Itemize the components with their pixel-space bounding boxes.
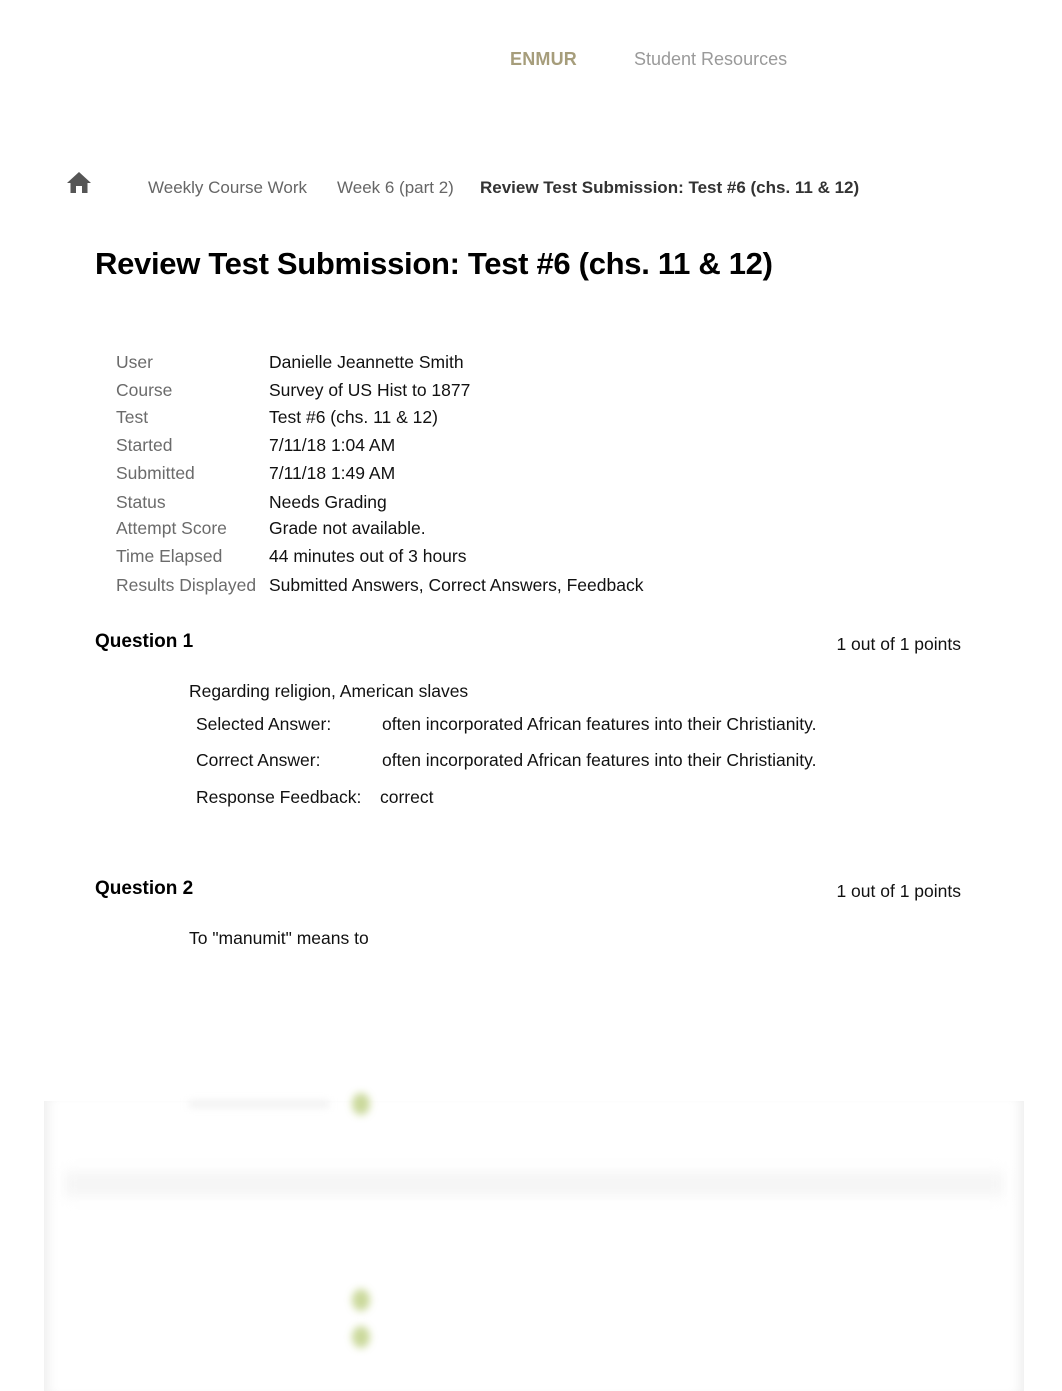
detail-label: Started bbox=[116, 435, 173, 455]
detail-value: Grade not available. bbox=[269, 518, 426, 538]
status-value: Needs Grading bbox=[269, 492, 387, 512]
detail-value: 44 minutes out of 3 hours bbox=[269, 546, 467, 566]
detail-value: 7/11/18 1:49 AM bbox=[269, 463, 396, 483]
blurred-content-preview bbox=[44, 1093, 1024, 1391]
detail-label: Status bbox=[116, 492, 166, 512]
response-feedback-label: Response Feedback: bbox=[196, 787, 362, 807]
blurred-correct-marker-icon bbox=[352, 1093, 370, 1115]
breadcrumb: Weekly Course Work Week 6 (part 2) Revie… bbox=[0, 172, 1062, 200]
blurred-text-line bbox=[189, 1101, 329, 1107]
detail-value: 7/11/18 1:04 AM bbox=[269, 435, 396, 455]
blurred-correct-marker-icon bbox=[352, 1289, 370, 1311]
detail-label: Results Displayed bbox=[116, 575, 257, 595]
breadcrumb-current-page: Review Test Submission: Test #6 (chs. 11… bbox=[480, 178, 860, 197]
detail-value: Test #6 (chs. 11 & 12) bbox=[269, 407, 438, 427]
correct-answer-value: often incorporated African features into… bbox=[382, 750, 817, 770]
question-text: To "manumit" means to bbox=[189, 928, 369, 948]
detail-value: Submitted Answers, Correct Answers, Feed… bbox=[269, 575, 644, 595]
brand-logo[interactable]: ENMUR bbox=[510, 49, 577, 70]
detail-label: Time Elapsed bbox=[116, 546, 223, 566]
question-text: Regarding religion, American slaves bbox=[189, 681, 469, 701]
blurred-divider bbox=[64, 1171, 1004, 1197]
blurred-correct-marker-icon bbox=[352, 1326, 370, 1348]
detail-label: Submitted bbox=[116, 463, 195, 483]
breadcrumb-weekly-course-work[interactable]: Weekly Course Work bbox=[148, 178, 307, 198]
correct-answer-label: Correct Answer: bbox=[196, 750, 321, 770]
selected-answer-label: Selected Answer: bbox=[196, 714, 332, 734]
detail-label: Course bbox=[116, 380, 173, 400]
question-points: 1 out of 1 points bbox=[836, 881, 961, 901]
detail-label: User bbox=[116, 352, 153, 372]
detail-label: Test bbox=[116, 407, 149, 427]
question-title: Question 2 bbox=[95, 878, 194, 899]
top-navigation: ENMUR Student Resources bbox=[0, 47, 1062, 73]
question-2: Question 2 1 out of 1 points To "manumit… bbox=[95, 878, 961, 958]
response-feedback-value: correct bbox=[380, 787, 434, 807]
detail-value: Danielle Jeannette Smith bbox=[269, 352, 464, 372]
home-icon[interactable] bbox=[66, 170, 92, 194]
detail-value: Survey of US Hist to 1877 bbox=[269, 380, 471, 400]
question-1: Question 1 1 out of 1 points Regarding r… bbox=[95, 631, 961, 811]
question-points: 1 out of 1 points bbox=[836, 634, 961, 654]
student-resources-link[interactable]: Student Resources bbox=[634, 49, 787, 70]
breadcrumb-week-6-part-2[interactable]: Week 6 (part 2) bbox=[337, 178, 454, 198]
page-title: Review Test Submission: Test #6 (chs. 11… bbox=[95, 246, 773, 281]
selected-answer-value: often incorporated African features into… bbox=[382, 714, 817, 734]
detail-label: Attempt Score bbox=[116, 518, 227, 538]
question-title: Question 1 bbox=[95, 631, 194, 652]
